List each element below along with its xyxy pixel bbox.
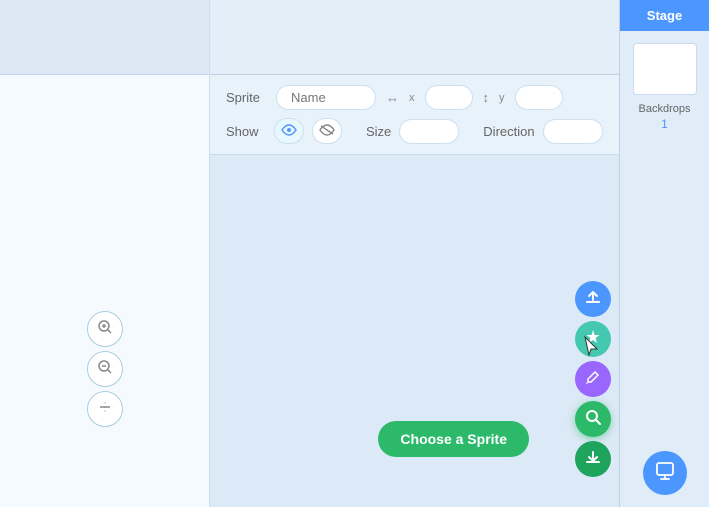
y-label: y (499, 92, 505, 104)
left-panel (0, 0, 210, 507)
stage-header: Stage (620, 0, 709, 31)
search-sprite-button[interactable] (575, 401, 611, 437)
sprite-controls: Sprite ↔ x ↕ y Show (210, 75, 619, 155)
sprite-name-input[interactable] (276, 85, 376, 110)
zoom-in-icon (97, 319, 113, 340)
download-icon (584, 448, 602, 471)
zoom-controls (87, 311, 123, 427)
fit-button[interactable] (87, 391, 123, 427)
paint-sprite-button[interactable] (575, 361, 611, 397)
left-panel-top (0, 0, 209, 75)
backdrops-label: Backdrops (639, 103, 691, 115)
show-label: Show (226, 124, 266, 139)
sprite-name-row: Sprite ↔ x ↕ y (226, 85, 603, 110)
fit-icon (97, 399, 113, 420)
search-icon (584, 408, 602, 431)
stage-action-button[interactable] (643, 451, 687, 495)
brush-icon (584, 368, 602, 391)
size-label: Size (366, 124, 391, 139)
upload-icon (584, 288, 602, 311)
y-axis-icon: ↕ (483, 90, 490, 105)
main-area: Sprite ↔ x ↕ y Show (210, 0, 619, 507)
sprite-canvas: Choose a Sprite (210, 155, 619, 507)
top-bar (210, 0, 619, 75)
direction-label: Direction (483, 124, 534, 139)
x-axis-icon: ↔ (386, 90, 399, 105)
eye-slash-icon (319, 123, 335, 139)
surprise-sprite-button[interactable] (575, 321, 611, 357)
zoom-out-icon (97, 359, 113, 380)
sprite-actions (575, 281, 611, 477)
show-visible-button[interactable] (274, 118, 304, 144)
x-label: x (409, 92, 415, 104)
choose-sprite-button[interactable]: Choose a Sprite (378, 421, 529, 457)
size-input[interactable] (399, 119, 459, 144)
sprite-label: Sprite (226, 90, 266, 105)
y-input[interactable] (515, 85, 563, 110)
eye-icon (281, 123, 297, 139)
show-row: Show Size Direction (226, 118, 603, 144)
download-sprite-button[interactable] (575, 441, 611, 477)
backdrops-count: 1 (661, 117, 668, 131)
stage-edit-icon (655, 461, 675, 486)
stage-preview[interactable] (633, 43, 697, 95)
direction-input[interactable] (543, 119, 603, 144)
show-hidden-button[interactable] (312, 118, 342, 144)
left-panel-content (0, 75, 209, 507)
zoom-in-button[interactable] (87, 311, 123, 347)
zoom-out-button[interactable] (87, 351, 123, 387)
upload-sprite-button[interactable] (575, 281, 611, 317)
right-panel: Stage Backdrops 1 (619, 0, 709, 507)
sparkle-icon (584, 328, 602, 351)
x-input[interactable] (425, 85, 473, 110)
